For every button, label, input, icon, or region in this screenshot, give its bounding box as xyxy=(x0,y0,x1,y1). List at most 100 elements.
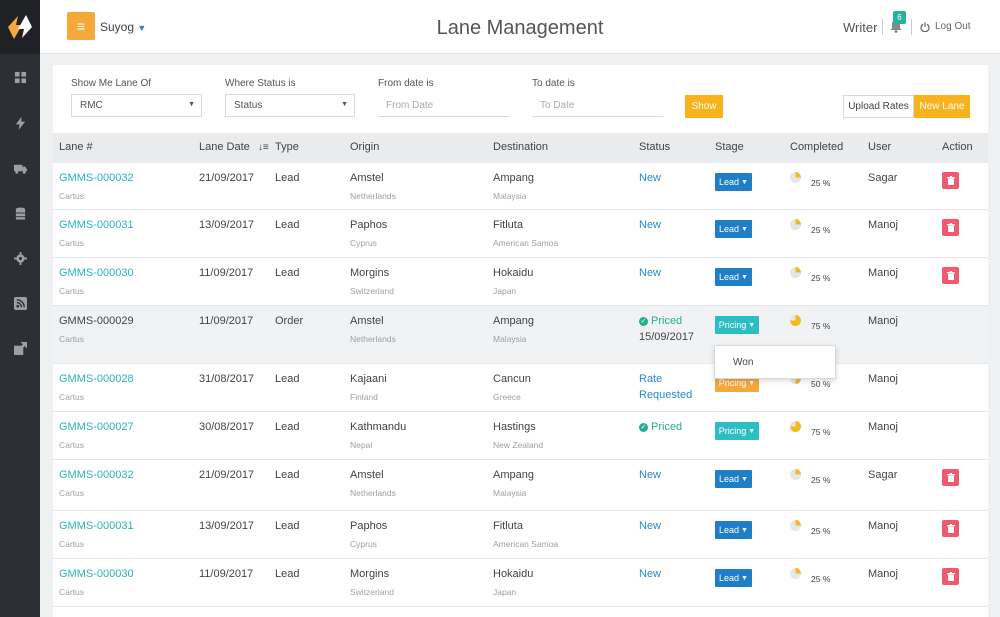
status-text: ✓ Priced xyxy=(639,315,682,327)
lane-number-link[interactable]: GMMS-000032 xyxy=(59,172,134,184)
new-lane-button[interactable]: New Lane xyxy=(914,95,970,118)
status-text[interactable]: New xyxy=(639,172,661,184)
table-row[interactable]: GMMS-000032 Cartus 21/09/2017 Lead Amstel Net… xyxy=(53,460,988,511)
show-me-lane-select[interactable]: RMC ▼ xyxy=(71,94,202,117)
show-button[interactable]: Show xyxy=(685,95,723,118)
status-text[interactable]: New xyxy=(639,520,661,532)
col-stage[interactable]: Stage xyxy=(715,141,744,153)
destination-country: American Samoa xyxy=(493,539,559,549)
status-text[interactable]: New xyxy=(639,568,661,580)
col-completed[interactable]: Completed xyxy=(790,141,843,153)
col-origin[interactable]: Origin xyxy=(350,141,379,153)
delete-button[interactable] xyxy=(942,219,959,236)
user-name: Manoj xyxy=(868,373,898,385)
trash-icon xyxy=(946,473,955,482)
truck-icon[interactable] xyxy=(0,157,40,179)
lane-number-link[interactable]: GMMS-000030 xyxy=(59,267,134,279)
origin-country: Netherlands xyxy=(350,191,396,201)
col-user[interactable]: User xyxy=(868,141,891,153)
stage-dropdown-button[interactable]: Lead ▼ xyxy=(715,470,752,488)
sort-icon: ↓≡ xyxy=(257,142,269,153)
col-status[interactable]: Status xyxy=(639,141,670,153)
table-row[interactable]: GMMS-000032 Cartus 21/09/2017 Lead Amstel Net… xyxy=(53,163,988,210)
table-row[interactable]: GMMS-000030 Cartus 11/09/2017 Lead Morgins Sw… xyxy=(53,559,988,607)
completed-percent: 75 % xyxy=(811,427,831,437)
delete-button[interactable] xyxy=(942,172,959,189)
check-circle-icon: ✓ xyxy=(639,423,648,432)
col-type[interactable]: Type xyxy=(275,141,299,153)
delete-button[interactable] xyxy=(942,520,959,537)
status-select-value: Status xyxy=(234,100,263,111)
delete-button[interactable] xyxy=(942,568,959,585)
stage-dropdown-button[interactable]: Pricing ▼ xyxy=(715,422,759,440)
stage-option-won[interactable]: Won xyxy=(733,357,753,368)
lane-number-link[interactable]: GMMS-000032 xyxy=(59,469,134,481)
lane-date: 13/09/2017 xyxy=(199,219,255,231)
origin-country: Finland xyxy=(350,392,378,402)
table-row[interactable]: GMMS-000031 Cartus 13/09/2017 Lead Paphos Cyp… xyxy=(53,210,988,258)
status-text[interactable]: Rate xyxy=(639,373,662,385)
col-lane[interactable]: Lane # xyxy=(59,141,93,153)
lane-date: 31/08/2017 xyxy=(199,373,255,385)
table-row[interactable]: GMMS-000030 Cartus 11/09/2017 Lead Morgins Sw… xyxy=(53,258,988,306)
dashboard-icon[interactable] xyxy=(0,66,40,88)
to-date-input[interactable] xyxy=(532,94,663,117)
origin-city: Paphos xyxy=(350,219,388,231)
delete-button[interactable] xyxy=(942,267,959,284)
upload-rates-button[interactable]: Upload Rates xyxy=(843,95,914,118)
stage-dropdown-button[interactable]: Lead ▼ xyxy=(715,569,752,587)
table-row[interactable]: GMMS-000027 Cartus 30/08/2017 Lead Kathmandu… xyxy=(53,412,988,460)
caret-down-icon: ▼ xyxy=(748,427,756,435)
export-icon[interactable] xyxy=(0,337,40,359)
logout-link[interactable]: Log Out xyxy=(920,21,971,32)
bolt-icon[interactable] xyxy=(0,112,40,134)
destination-country: New Zealand xyxy=(493,440,544,450)
table-row[interactable]: GMMS-000031 Cartus 13/09/2017 Lead Paphos Cyp… xyxy=(53,511,988,559)
stage-dropdown-button[interactable]: Lead ▼ xyxy=(715,521,752,539)
app-logo[interactable] xyxy=(0,0,40,54)
status-text[interactable]: New xyxy=(639,469,661,481)
table-row[interactable]: GMMS-000028 Cartus 31/08/2017 Lead Kajaani Fi… xyxy=(53,364,988,412)
stage-dropdown-button[interactable]: Lead ▼ xyxy=(715,173,752,191)
stage-dropdown-button[interactable]: Pricing ▼ xyxy=(715,316,759,334)
user-name: Manoj xyxy=(868,421,898,433)
status-text[interactable]: New xyxy=(639,267,661,279)
lane-number-link[interactable]: GMMS-000030 xyxy=(59,568,134,580)
status-text[interactable]: New xyxy=(639,219,661,231)
from-date-input[interactable] xyxy=(378,94,509,117)
status-label: New xyxy=(639,568,662,580)
destination-city: Cancun xyxy=(493,373,531,385)
lane-date: 30/08/2017 xyxy=(199,421,255,433)
destination-city: Ampang xyxy=(493,172,534,184)
destination-country: Japan xyxy=(493,286,517,296)
lane-number-link[interactable]: GMMS-000028 xyxy=(59,373,134,385)
stage-dropdown-button[interactable]: Lead ▼ xyxy=(715,268,752,286)
status-detail: Requested xyxy=(639,389,693,401)
trash-icon xyxy=(946,271,955,280)
trash-icon xyxy=(946,524,955,533)
lane-number-link[interactable]: GMMS-000031 xyxy=(59,520,134,532)
progress-pie xyxy=(790,568,801,579)
stage-dropdown-button[interactable]: Lead ▼ xyxy=(715,220,752,238)
lane-type: Lead xyxy=(275,568,300,580)
col-lane-date[interactable]: Lane Date ↓≡ xyxy=(199,141,269,153)
table-row[interactable]: GMMS-000029 Cartus 11/09/2017 Order Amstel Ne… xyxy=(53,306,988,364)
caret-down-icon: ▼ xyxy=(741,574,748,582)
lane-number-link[interactable]: GMMS-000031 xyxy=(59,219,134,231)
destination-city: Fitluta xyxy=(493,520,523,532)
power-icon xyxy=(920,22,930,32)
lanes-table: Lane # Lane Date ↓≡ Type Origin Destinat… xyxy=(53,133,988,617)
database-icon[interactable] xyxy=(0,202,40,224)
col-destination[interactable]: Destination xyxy=(493,141,548,153)
user-name: Sagar xyxy=(868,469,898,481)
gear-icon[interactable] xyxy=(0,247,40,269)
user-name: Manoj xyxy=(868,568,898,580)
progress-pie xyxy=(790,469,801,480)
rss-icon[interactable] xyxy=(0,292,40,314)
status-select[interactable]: Status ▼ xyxy=(225,94,355,117)
destination-country: American Samoa xyxy=(493,238,559,248)
delete-button[interactable] xyxy=(942,469,959,486)
lane-date: 21/09/2017 xyxy=(199,469,255,481)
lane-number-link[interactable]: GMMS-000027 xyxy=(59,421,134,433)
destination-city: Hokaidu xyxy=(493,267,534,279)
